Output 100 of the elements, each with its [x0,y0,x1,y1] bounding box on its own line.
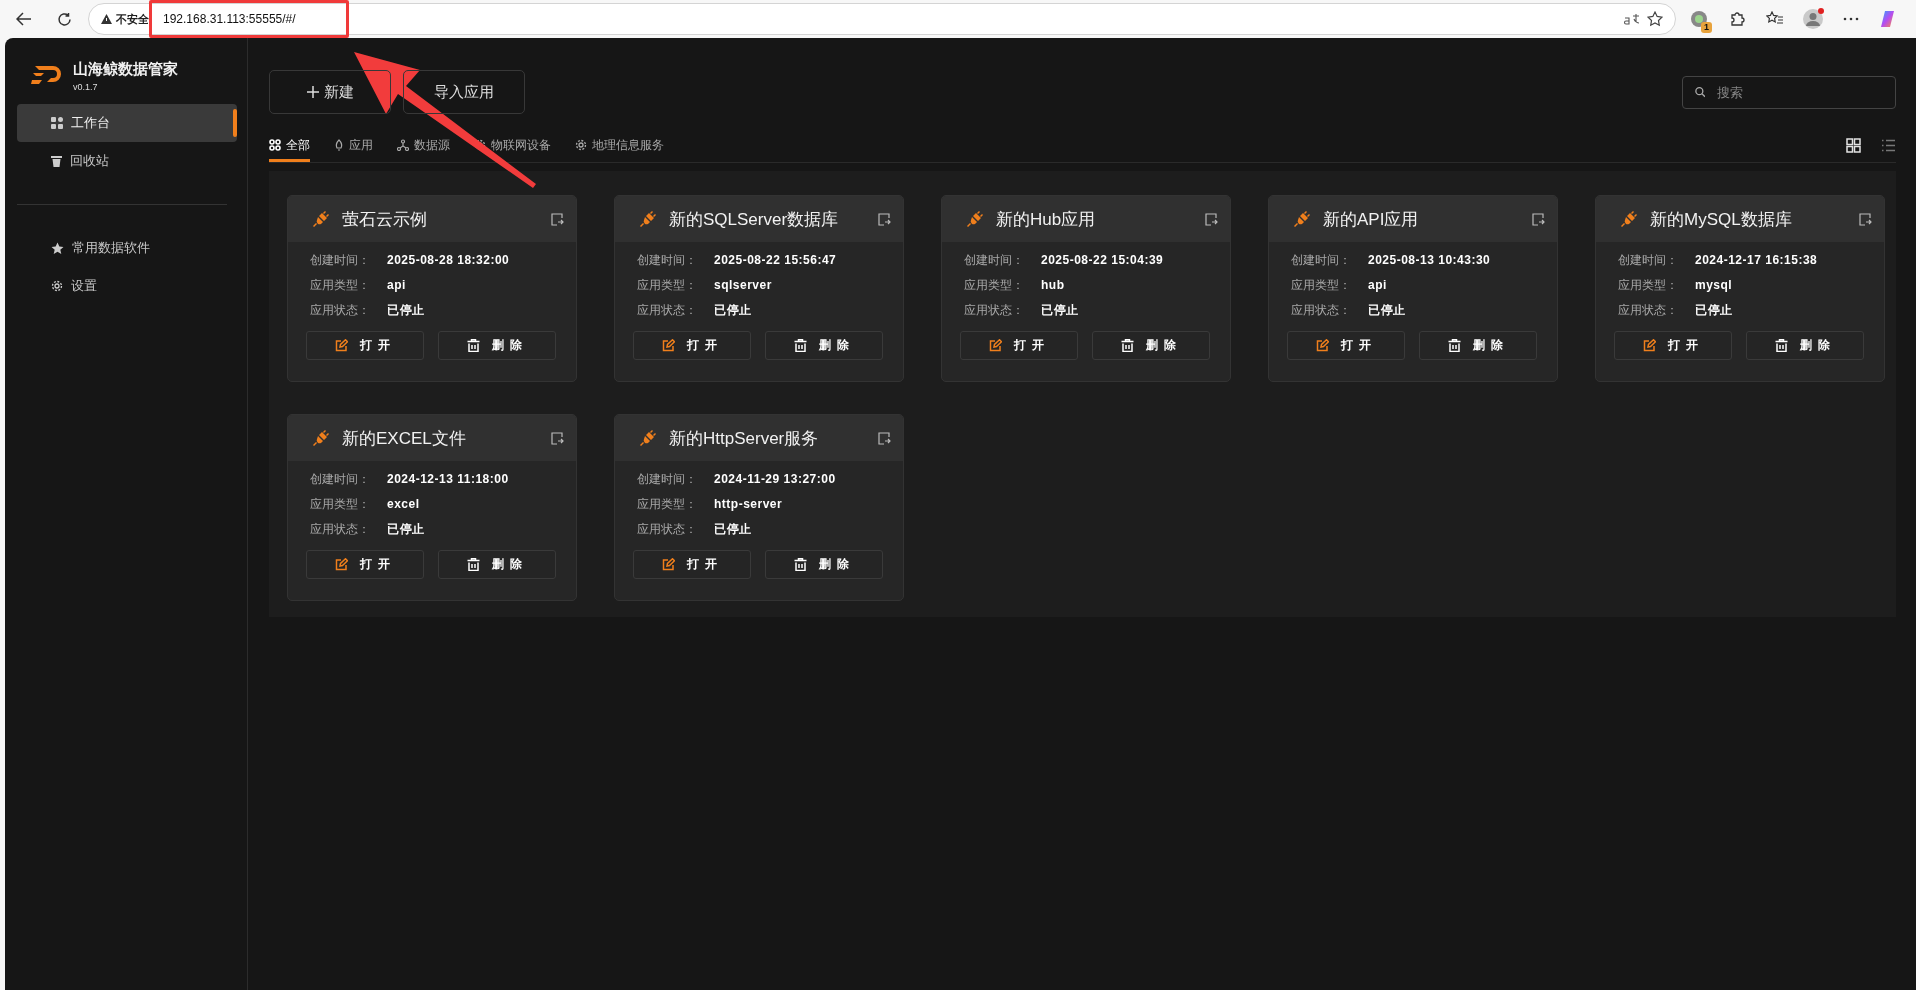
open-button[interactable]: 打开 [633,331,751,360]
nodes-icon [397,139,409,151]
delete-button[interactable]: 删除 [438,550,556,579]
field-label: 创建时间： [637,252,698,269]
field-value: 已停止 [387,302,425,319]
export-icon[interactable] [551,212,564,226]
field-value: 已停止 [1368,302,1406,319]
card-title: 新的MySQL数据库 [1650,208,1793,231]
field-value: http-server [714,496,783,513]
delete-button[interactable]: 删除 [765,550,883,579]
nav-item[interactable]: 工作台 [17,104,237,142]
export-icon[interactable] [878,212,891,226]
trash-icon [466,558,480,571]
avatar-icon[interactable] [1802,8,1824,30]
back-arrow-icon [16,12,32,26]
filter-tab[interactable]: 数据源 [397,128,450,162]
field-label: 创建时间： [637,471,698,488]
trash-icon [1774,339,1788,352]
nav-item[interactable]: 回收站 [17,142,237,180]
open-button[interactable]: 打开 [306,550,424,579]
plug-icon [312,429,330,447]
card-title: 新的Hub应用 [996,208,1097,231]
security-warning[interactable]: 不安全 [101,11,157,27]
filter-tab[interactable]: 全部 [269,128,310,162]
import-button[interactable]: 导入应用 [403,70,525,114]
field-value: 已停止 [1695,302,1733,319]
field-label: 创建时间： [964,252,1025,269]
open-button[interactable]: 打开 [1287,331,1405,360]
field-value: excel [387,496,420,513]
version-label: v0.1.7 [73,82,99,92]
field-value: mysql [1695,277,1733,294]
extension-button[interactable]: 1 [1684,4,1714,34]
export-icon[interactable] [1532,212,1545,226]
card-title: 新的EXCEL文件 [342,427,467,450]
field-label: 应用状态： [1618,302,1679,319]
reload-icon [56,11,72,27]
favorites-icon[interactable] [1766,11,1784,27]
field-value: 已停止 [387,521,425,538]
filter-tab[interactable]: 应用 [334,128,373,162]
field-label: 应用状态： [1291,302,1352,319]
warning-icon [101,14,112,24]
plug-icon [1293,210,1311,228]
url-text: 192.168.31.113:55555/#/ [163,12,296,26]
app-name: 山海鲸数据管家 [73,60,178,79]
delete-button[interactable]: 删除 [1092,331,1210,360]
open-button[interactable]: 打开 [306,331,424,360]
field-label: 应用状态： [637,521,698,538]
field-value: api [1368,277,1387,294]
field-value: hub [1041,277,1065,294]
field-value: 2024-11-29 13:27:00 [714,471,836,488]
open-button[interactable]: 打开 [633,550,751,579]
delete-button[interactable]: 删除 [1746,331,1864,360]
grid-view-icon[interactable] [1846,137,1861,153]
grid-icon [269,139,281,151]
edit-icon [661,558,675,571]
nav-item[interactable]: 常用数据软件 [17,229,237,267]
field-value: 2025-08-22 15:56:47 [714,252,837,269]
edit-icon [1315,339,1329,352]
address-bar[interactable]: 不安全 192.168.31.113:55555/#/ [88,3,1676,35]
field-label: 应用状态： [310,521,371,538]
search-input[interactable]: 搜索 [1715,83,1883,101]
search-field[interactable]: 搜索 [1682,75,1896,109]
more-icon[interactable] [1843,17,1859,21]
export-icon[interactable] [878,431,891,445]
gear-icon [575,139,587,151]
edit-icon [661,339,675,352]
field-label: 创建时间： [1618,252,1679,269]
card-title: 新的SQLServer数据库 [669,208,840,231]
plus-icon [306,85,320,99]
open-button[interactable]: 打开 [960,331,1078,360]
field-value: api [387,277,406,294]
field-label: 应用类型： [964,277,1025,294]
plug-icon [639,210,657,228]
star-icon [51,241,64,255]
filter-tab[interactable]: 物联网设备 [474,128,551,162]
field-value: 已停止 [714,302,752,319]
export-icon[interactable] [1859,212,1872,226]
export-icon[interactable] [551,431,564,445]
export-icon[interactable] [1205,212,1218,226]
trash-icon [466,339,480,352]
delete-button[interactable]: 删除 [1419,331,1537,360]
filter-tab[interactable]: 地理信息服务 [575,128,664,162]
card-title: 新的API应用 [1323,208,1420,231]
nav-item[interactable]: 设置 [17,267,237,305]
field-value: 已停止 [1041,302,1079,319]
search-icon [1695,86,1706,98]
open-button[interactable]: 打开 [1614,331,1732,360]
new-button[interactable]: 新建 [269,70,391,114]
favorite-star-icon[interactable] [1647,11,1663,27]
list-icon[interactable] [1881,138,1896,152]
puzzle-icon[interactable] [1729,11,1745,27]
field-value: 2025-08-28 18:32:00 [387,252,510,269]
field-label: 创建时间： [1291,252,1352,269]
delete-button[interactable]: 删除 [438,331,556,360]
plug-icon [966,210,984,228]
gear-icon [51,280,63,292]
delete-button[interactable]: 删除 [765,331,883,360]
field-value: sqlserver [714,277,772,294]
plug-icon [312,210,330,228]
grid-icon [51,117,63,129]
